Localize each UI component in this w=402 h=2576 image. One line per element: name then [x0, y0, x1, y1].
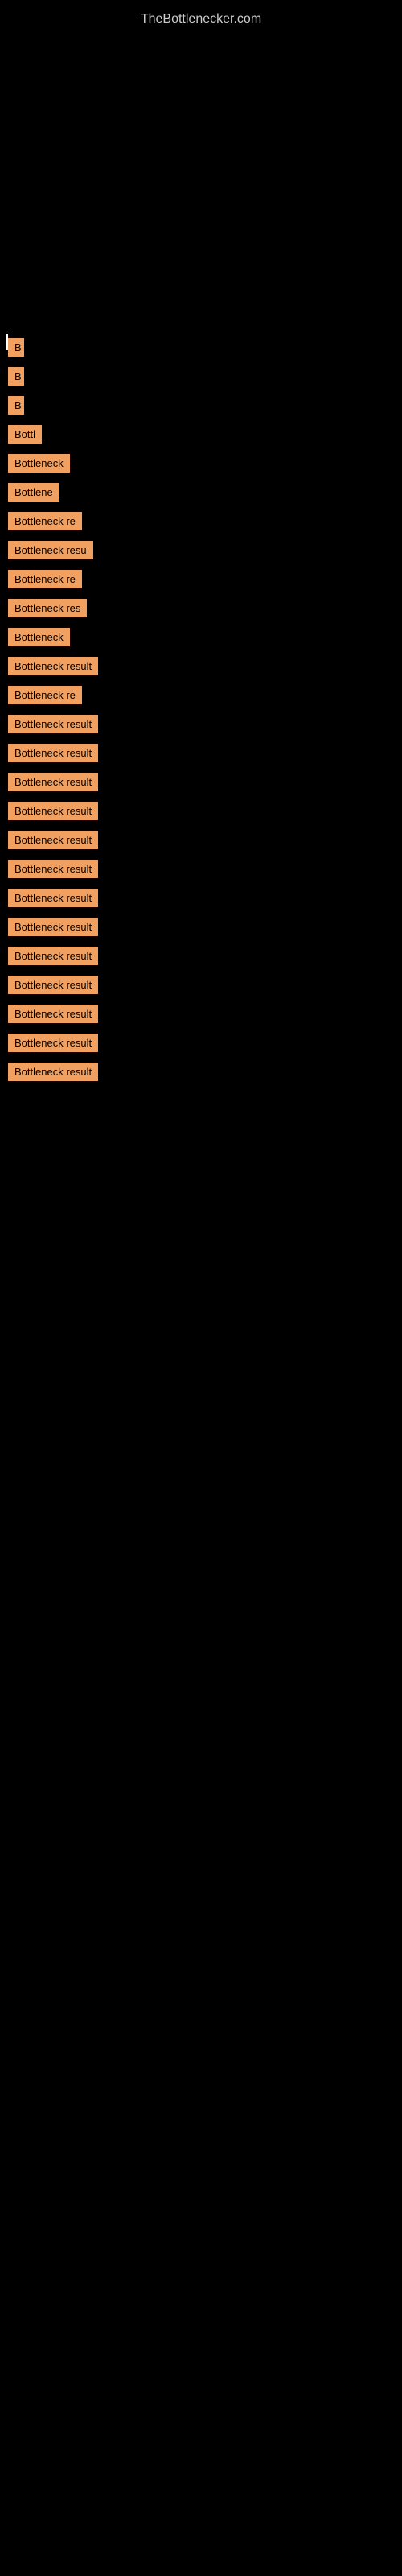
site-title: TheBottlenecker.com: [0, 4, 402, 35]
bottleneck-result-label: Bottleneck result: [8, 831, 98, 849]
list-item: Bottleneck result: [0, 831, 402, 853]
list-item: Bottleneck result: [0, 802, 402, 824]
list-item: Bottleneck result: [0, 976, 402, 998]
list-item: B: [0, 396, 402, 419]
bottleneck-result-label: Bottleneck result: [8, 860, 98, 878]
list-item: Bottleneck result: [0, 860, 402, 882]
bottleneck-result-label: Bottleneck result: [8, 1063, 98, 1081]
bottleneck-result-label: Bottleneck result: [8, 802, 98, 820]
bottleneck-result-label: Bottleneck res: [8, 599, 87, 617]
list-item: Bottleneck result: [0, 715, 402, 737]
list-item: Bottleneck: [0, 454, 402, 477]
bottleneck-result-label: Bottleneck result: [8, 773, 98, 791]
list-item: Bottleneck result: [0, 947, 402, 969]
bottleneck-result-label: Bottl: [8, 425, 42, 444]
list-item: Bottleneck result: [0, 657, 402, 679]
bottleneck-result-label: Bottleneck result: [8, 947, 98, 965]
bottleneck-result-label: Bottleneck: [8, 454, 70, 473]
bottleneck-items-container: BBBBottlBottleneckBottleneBottleneck reB…: [0, 338, 402, 1092]
list-item: Bottleneck re: [0, 686, 402, 708]
bottleneck-result-label: B: [8, 338, 24, 357]
list-item: Bottleneck result: [0, 1063, 402, 1085]
list-item: Bottleneck re: [0, 570, 402, 592]
bottleneck-result-label: Bottleneck result: [8, 1034, 98, 1052]
list-item: Bottleneck: [0, 628, 402, 650]
bottleneck-result-label: B: [8, 367, 24, 386]
list-item: Bottleneck result: [0, 773, 402, 795]
list-item: Bottlene: [0, 483, 402, 506]
list-item: Bottleneck result: [0, 744, 402, 766]
list-item: Bottleneck res: [0, 599, 402, 621]
bottleneck-result-label: Bottleneck resu: [8, 541, 93, 559]
list-item: Bottleneck result: [0, 1005, 402, 1027]
bottleneck-result-label: Bottleneck re: [8, 570, 82, 588]
list-item: Bottleneck resu: [0, 541, 402, 564]
bottleneck-result-label: B: [8, 396, 24, 415]
list-item: Bottleneck result: [0, 889, 402, 911]
bottleneck-result-label: Bottleneck result: [8, 657, 98, 675]
bottleneck-result-label: Bottleneck result: [8, 1005, 98, 1023]
list-item: Bottleneck result: [0, 918, 402, 940]
list-item: Bottl: [0, 425, 402, 448]
bottleneck-result-label: Bottleneck result: [8, 918, 98, 936]
bottleneck-result-label: Bottleneck result: [8, 715, 98, 733]
bottleneck-result-label: Bottleneck: [8, 628, 70, 646]
list-item: Bottleneck re: [0, 512, 402, 535]
list-item: B: [0, 367, 402, 390]
bottleneck-result-label: Bottleneck result: [8, 889, 98, 907]
list-item: Bottleneck result: [0, 1034, 402, 1056]
bottleneck-result-label: Bottleneck re: [8, 512, 82, 530]
bottleneck-result-label: Bottleneck result: [8, 976, 98, 994]
bottleneck-result-label: Bottlene: [8, 483, 59, 502]
bottleneck-result-label: Bottleneck result: [8, 744, 98, 762]
bottleneck-result-label: Bottleneck re: [8, 686, 82, 704]
list-item: B: [0, 338, 402, 361]
